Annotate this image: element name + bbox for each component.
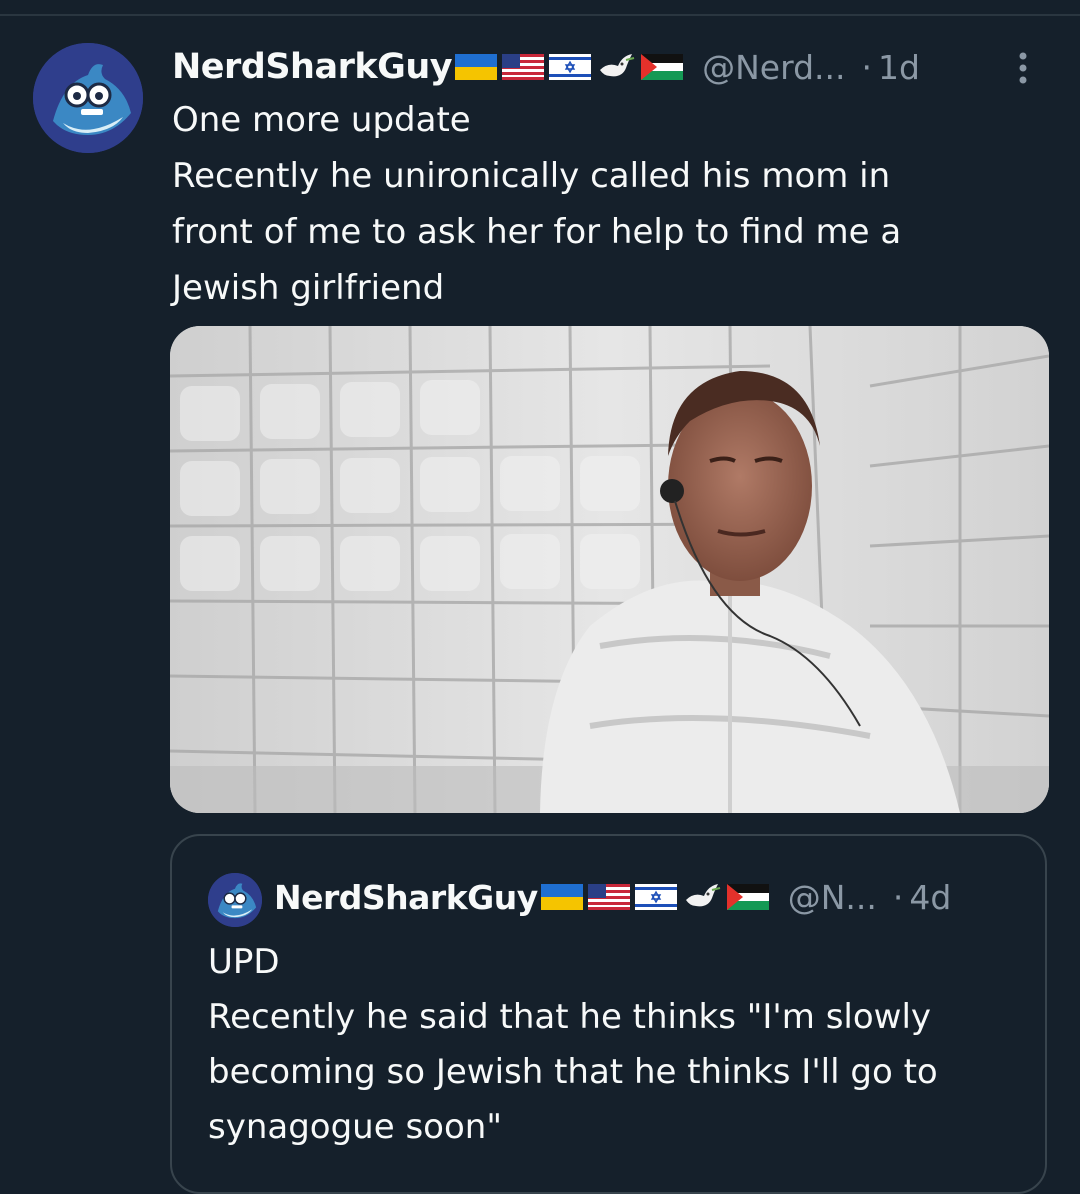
quoted-flag-emojis bbox=[540, 882, 774, 912]
quoted-post-header: NerdSharkGuy @N... · 4d bbox=[274, 874, 1034, 920]
post-text-line: Jewish girlfriend bbox=[172, 268, 445, 308]
post-text: One more update Recently he unironically… bbox=[172, 92, 1032, 316]
post-header: NerdSharkGuy @Nerd... · 1d bbox=[172, 44, 1042, 90]
handle[interactable]: @Nerd... bbox=[702, 48, 845, 87]
usa-flag-icon bbox=[502, 54, 545, 80]
israel-flag-icon bbox=[549, 54, 592, 80]
shark-avatar-icon bbox=[33, 43, 143, 153]
post-text-line: front of me to ask her for help to find … bbox=[172, 212, 902, 252]
quoted-text-line: UPD bbox=[208, 942, 280, 982]
israel-flag-icon bbox=[634, 884, 677, 910]
flag-emojis bbox=[455, 52, 688, 82]
post-media-image[interactable] bbox=[170, 326, 1049, 813]
palestine-flag-icon bbox=[726, 884, 769, 910]
quoted-text-line: synagogue soon" bbox=[208, 1107, 502, 1147]
ukraine-flag-icon bbox=[455, 54, 498, 80]
display-name[interactable]: NerdSharkGuy bbox=[172, 47, 453, 87]
separator-dot: · bbox=[861, 47, 873, 87]
quoted-post-card[interactable]: NerdSharkGuy @N... · 4d UPD Recently he … bbox=[170, 834, 1047, 1194]
post-text-line: Recently he unironically called his mom … bbox=[172, 156, 891, 196]
post-text-line: One more update bbox=[172, 100, 471, 140]
quoted-timestamp[interactable]: 4d bbox=[909, 878, 951, 917]
quoted-handle[interactable]: @N... bbox=[788, 878, 877, 917]
quoted-display-name[interactable]: NerdSharkGuy bbox=[274, 878, 538, 917]
quoted-text-line: Recently he said that he thinks "I'm slo… bbox=[208, 997, 932, 1037]
top-divider bbox=[0, 14, 1080, 16]
quoted-post-text: UPD Recently he said that he thinks "I'm… bbox=[208, 935, 1028, 1155]
palestine-flag-icon bbox=[641, 54, 684, 80]
dove-icon bbox=[600, 54, 635, 77]
padded-room-scene-image bbox=[170, 326, 1049, 813]
ukraine-flag-icon bbox=[540, 884, 583, 910]
timestamp[interactable]: 1d bbox=[878, 48, 920, 87]
more-options-icon[interactable] bbox=[1016, 50, 1030, 86]
avatar[interactable] bbox=[33, 43, 143, 153]
separator-dot: · bbox=[892, 877, 904, 917]
quoted-text-line: becoming so Jewish that he thinks I'll g… bbox=[208, 1052, 938, 1092]
usa-flag-icon bbox=[587, 884, 630, 910]
shark-avatar-icon bbox=[208, 873, 262, 927]
quoted-avatar[interactable] bbox=[208, 873, 262, 927]
dove-icon bbox=[685, 884, 720, 907]
